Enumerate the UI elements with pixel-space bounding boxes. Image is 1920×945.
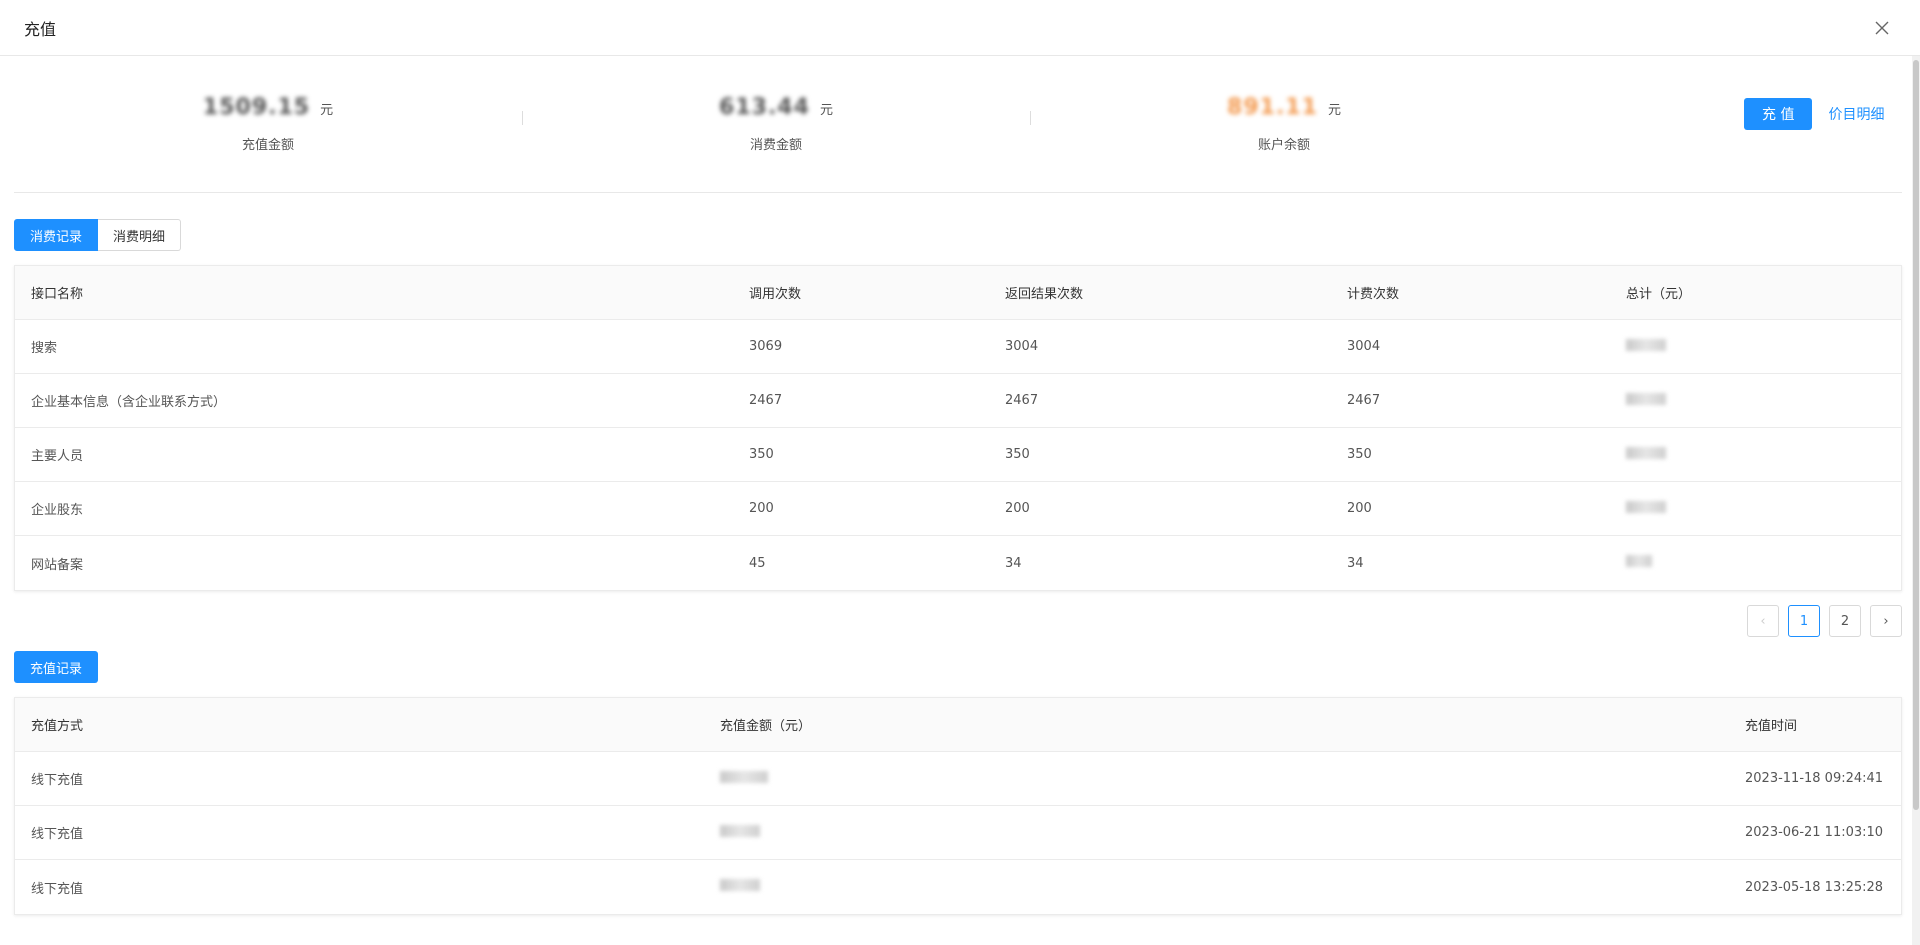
cell-calls: 200 — [749, 501, 774, 516]
scrollbar-thumb[interactable] — [1913, 60, 1919, 810]
cell-calls: 3069 — [749, 339, 783, 354]
table-row: 搜索 3069 3004 3004 — [15, 320, 1901, 374]
cell-api-name: 网站备案 — [31, 557, 84, 573]
cell-calls: 2467 — [749, 393, 783, 408]
cell-recharge-time: 2023-06-21 11:03:10 — [1745, 825, 1884, 840]
cell-recharge-method: 线下充值 — [31, 881, 84, 897]
cell-billed: 34 — [1347, 555, 1364, 571]
table-header-row: 接口名称 调用次数 返回结果次数 计费次数 总计（元） — [15, 266, 1901, 320]
consume-amount-stat: 613.44 元 消费金额 — [522, 95, 1030, 153]
recharge-button[interactable]: 充 值 — [1744, 98, 1813, 130]
table-row: 主要人员 350 350 350 — [15, 428, 1901, 482]
cell-results: 3004 — [1005, 339, 1039, 354]
modal-title: 充值 — [24, 19, 57, 39]
cell-recharge-time: 2023-11-18 09:24:41 — [1745, 771, 1884, 786]
cell-results: 200 — [1005, 501, 1030, 516]
next-page-button[interactable]: › — [1870, 605, 1902, 637]
cell-recharge-amount-redacted — [704, 770, 1729, 787]
table-row: 线下充值 2023-11-18 09:24:41 — [15, 752, 1901, 806]
header-calls: 调用次数 — [749, 287, 802, 302]
cell-billed: 350 — [1347, 447, 1372, 462]
cell-total-redacted — [1610, 338, 1901, 355]
cell-total-redacted — [1610, 446, 1901, 463]
header-total: 总计（元） — [1626, 287, 1692, 302]
consume-amount-label: 消费金额 — [749, 138, 802, 153]
consume-amount-value: 613.44 — [719, 95, 810, 120]
recharge-records-table: 充值方式 充值金额（元） 充值时间 线下充值 2023-11-18 09:24:… — [14, 697, 1902, 915]
cell-api-name: 企业基本信息（含企业联系方式） — [31, 395, 227, 410]
cell-total-redacted — [1610, 500, 1901, 517]
pagination: ‹ 1 2 › — [14, 605, 1902, 637]
cell-total-redacted — [1610, 392, 1901, 409]
recharge-records-button[interactable]: 充值记录 — [14, 651, 99, 683]
cell-api-name: 主要人员 — [31, 449, 84, 464]
cell-calls: 45 — [749, 555, 766, 571]
cell-billed: 3004 — [1347, 339, 1381, 354]
recharge-amount-unit: 元 — [320, 103, 334, 118]
page-2-button[interactable]: 2 — [1829, 605, 1861, 637]
header-results: 返回结果次数 — [1005, 287, 1084, 302]
cell-results: 2467 — [1005, 393, 1039, 408]
balance-label: 账户余额 — [1257, 138, 1310, 153]
cell-api-name: 企业股东 — [31, 503, 84, 518]
balance-value: 891.11 — [1227, 95, 1318, 120]
recharge-amount-stat: 1509.15 元 充值金额 — [14, 95, 522, 153]
header-recharge-method: 充值方式 — [31, 719, 84, 734]
header-billed: 计费次数 — [1347, 287, 1400, 302]
cell-recharge-amount-redacted — [704, 879, 1729, 895]
close-icon[interactable] — [1872, 18, 1892, 38]
cell-results: 350 — [1005, 447, 1030, 462]
prev-page-button[interactable]: ‹ — [1747, 605, 1779, 637]
table-row: 企业股东 200 200 200 — [15, 482, 1901, 536]
tab-consumption-details[interactable]: 消费明细 — [98, 219, 182, 251]
table-row: 网站备案 45 34 34 — [15, 536, 1901, 590]
table-row: 企业基本信息（含企业联系方式） 2467 2467 2467 — [15, 374, 1901, 428]
cell-recharge-time: 2023-05-18 13:25:28 — [1745, 879, 1884, 895]
summary-actions: 充 值 价目明细 — [1538, 98, 1902, 130]
modal-body: 1509.15 元 充值金额 613.44 元 消费金额 891.11 元 账户… — [0, 56, 1920, 915]
price-detail-link[interactable]: 价目明细 — [1828, 104, 1884, 124]
balance-stat: 891.11 元 账户余额 — [1030, 95, 1538, 153]
header-api-name: 接口名称 — [31, 287, 84, 302]
cell-recharge-method: 线下充值 — [31, 773, 84, 788]
record-tabs: 消费记录 消费明细 — [14, 219, 1902, 251]
recharge-amount-label: 充值金额 — [241, 138, 294, 153]
modal-header: 充值 — [0, 0, 1920, 56]
header-recharge-amount: 充值金额（元） — [720, 719, 812, 734]
tab-consumption-records[interactable]: 消费记录 — [14, 219, 99, 251]
consumption-table: 接口名称 调用次数 返回结果次数 计费次数 总计（元） 搜索 3069 3004… — [14, 265, 1902, 591]
cell-results: 34 — [1005, 555, 1022, 571]
table-header-row: 充值方式 充值金额（元） 充值时间 — [15, 698, 1901, 752]
cell-calls: 350 — [749, 447, 774, 462]
cell-recharge-method: 线下充值 — [31, 827, 84, 842]
recharge-amount-value: 1509.15 — [202, 95, 311, 120]
cell-total-redacted — [1610, 555, 1901, 571]
recharge-records-header: 充值记录 — [14, 651, 1902, 683]
cell-recharge-amount-redacted — [704, 824, 1729, 841]
table-row: 线下充值 2023-05-18 13:25:28 — [15, 860, 1901, 914]
page-1-button[interactable]: 1 — [1788, 605, 1820, 637]
header-recharge-time: 充值时间 — [1745, 719, 1798, 734]
consume-amount-unit: 元 — [819, 103, 833, 118]
balance-unit: 元 — [1327, 103, 1341, 118]
cell-billed: 2467 — [1347, 393, 1381, 408]
account-summary: 1509.15 元 充值金额 613.44 元 消费金额 891.11 元 账户… — [14, 56, 1902, 193]
recharge-modal: 充值 1509.15 元 充值金额 613.44 元 消费金额 891.11 元… — [0, 0, 1920, 945]
table-row: 线下充值 2023-06-21 11:03:10 — [15, 806, 1901, 860]
cell-api-name: 搜索 — [31, 341, 58, 356]
cell-billed: 200 — [1347, 501, 1372, 516]
